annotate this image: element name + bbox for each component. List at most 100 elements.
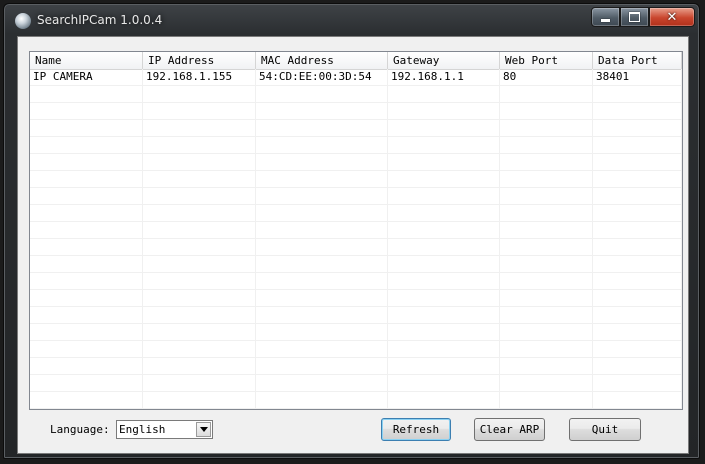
cell-gateway: [388, 358, 500, 374]
language-value: English: [119, 423, 166, 436]
camera-list[interactable]: Name IP Address MAC Address Gateway Web …: [29, 51, 683, 410]
cell-web-port: [500, 392, 593, 408]
cell-web-port: [500, 256, 593, 272]
cell-name: [30, 341, 143, 357]
dropdown-button[interactable]: [196, 422, 211, 437]
cell-mac-address: [256, 188, 388, 204]
app-window: SearchIPCam 1.0.0.4 ✕ Name IP Address MA…: [3, 3, 700, 459]
cell-name: [30, 375, 143, 391]
refresh-button[interactable]: Refresh: [381, 418, 451, 441]
cell-name: [30, 392, 143, 408]
maximize-button[interactable]: [620, 7, 649, 27]
minimize-button[interactable]: [591, 7, 620, 27]
cell-gateway: [388, 324, 500, 340]
cell-gateway: [388, 375, 500, 391]
cell-web-port: [500, 86, 593, 102]
cell-gateway: [388, 205, 500, 221]
cell-name: [30, 256, 143, 272]
cell-name: [30, 86, 143, 102]
close-button[interactable]: ✕: [649, 7, 695, 27]
cell-ip-address: [143, 409, 256, 410]
column-header-mac-address[interactable]: MAC Address: [256, 52, 388, 69]
cell-mac-address: [256, 86, 388, 102]
cell-ip-address: [143, 103, 256, 119]
column-header-gateway[interactable]: Gateway: [388, 52, 500, 69]
cell-name: [30, 154, 143, 170]
empty-row: [30, 120, 682, 137]
empty-row: [30, 290, 682, 307]
table-row[interactable]: IP CAMERA 192.168.1.155 54:CD:EE:00:3D:54 1…: [30, 69, 682, 86]
cell-mac-address: [256, 137, 388, 153]
cell-gateway: [388, 171, 500, 187]
empty-row: [30, 154, 682, 171]
cell-data-port: [593, 307, 682, 323]
cell-ip-address: [143, 324, 256, 340]
column-header-web-port[interactable]: Web Port: [500, 52, 593, 69]
cell-ip-address: [143, 86, 256, 102]
cell-name: [30, 171, 143, 187]
cell-mac-address: [256, 392, 388, 408]
app-globe-icon: [15, 13, 31, 29]
title-bar[interactable]: SearchIPCam 1.0.0.4 ✕: [4, 4, 699, 38]
cell-ip-address: [143, 290, 256, 306]
cell-mac-address: [256, 222, 388, 238]
cell-web-port: [500, 239, 593, 255]
column-header-name[interactable]: Name: [30, 52, 143, 69]
cell-ip-address: [143, 137, 256, 153]
cell-name: [30, 103, 143, 119]
cell-ip-address: [143, 239, 256, 255]
cell-web-port: [500, 273, 593, 289]
cell-data-port: [593, 375, 682, 391]
empty-row: [30, 409, 682, 410]
cell-web-port: [500, 188, 593, 204]
column-header-data-port[interactable]: Data Port: [593, 52, 682, 69]
cell-ip-address: [143, 188, 256, 204]
cell-data-port: [593, 409, 682, 410]
cell-mac-address: [256, 341, 388, 357]
column-header-ip-address[interactable]: IP Address: [143, 52, 256, 69]
cell-web-port: [500, 358, 593, 374]
language-select[interactable]: English: [116, 420, 213, 439]
cell-mac-address: [256, 358, 388, 374]
cell-data-port: [593, 222, 682, 238]
close-icon: ✕: [666, 9, 678, 25]
cell-gateway: [388, 256, 500, 272]
cell-mac-address: 54:CD:EE:00:3D:54: [256, 69, 388, 85]
cell-data-port: [593, 324, 682, 340]
clear-arp-button[interactable]: Clear ARP: [474, 418, 545, 441]
cell-data-port: [593, 188, 682, 204]
cell-data-port: [593, 392, 682, 408]
caption-buttons: ✕: [591, 7, 695, 27]
cell-mac-address: [256, 154, 388, 170]
cell-name: IP CAMERA: [30, 69, 143, 85]
cell-data-port: [593, 86, 682, 102]
cell-web-port: [500, 290, 593, 306]
cell-web-port: [500, 409, 593, 410]
cell-web-port: [500, 222, 593, 238]
cell-ip-address: [143, 171, 256, 187]
cell-name: [30, 205, 143, 221]
cell-data-port: [593, 120, 682, 136]
quit-button[interactable]: Quit: [569, 418, 641, 441]
empty-row: [30, 324, 682, 341]
cell-name: [30, 137, 143, 153]
empty-row: [30, 205, 682, 222]
cell-data-port: [593, 205, 682, 221]
cell-ip-address: [143, 375, 256, 391]
cell-gateway: [388, 120, 500, 136]
cell-mac-address: [256, 307, 388, 323]
cell-name: [30, 307, 143, 323]
cell-mac-address: [256, 256, 388, 272]
cell-data-port: [593, 256, 682, 272]
cell-data-port: [593, 358, 682, 374]
cell-mac-address: [256, 290, 388, 306]
empty-row: [30, 86, 682, 103]
chevron-down-icon: [199, 427, 208, 432]
cell-ip-address: [143, 256, 256, 272]
cell-gateway: [388, 273, 500, 289]
cell-gateway: [388, 86, 500, 102]
empty-row: [30, 239, 682, 256]
cell-ip-address: [143, 341, 256, 357]
cell-ip-address: [143, 307, 256, 323]
cell-data-port: [593, 103, 682, 119]
